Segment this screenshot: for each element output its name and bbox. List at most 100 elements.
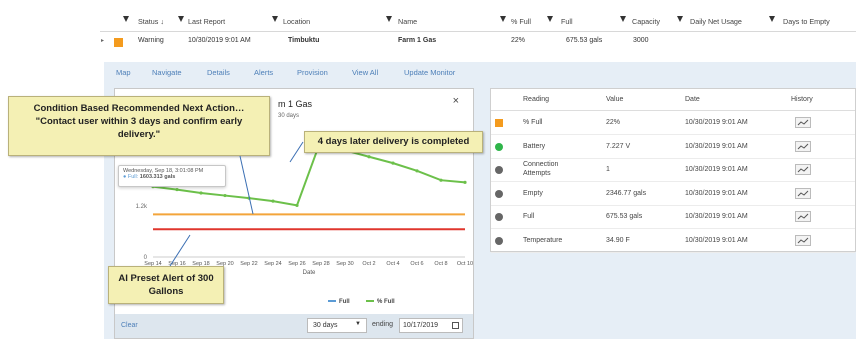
data-point xyxy=(295,203,299,207)
tab-map[interactable]: Map xyxy=(116,68,131,77)
status-dot-icon xyxy=(495,166,503,175)
data-point xyxy=(367,155,371,159)
history-chart-button[interactable] xyxy=(795,211,811,223)
cell-value: 34.90 F xyxy=(606,237,630,244)
line-chart-icon xyxy=(797,237,809,244)
cell-reading: Empty xyxy=(523,189,543,197)
x-tick-label: Oct 2 xyxy=(362,261,375,267)
line-chart-icon xyxy=(797,214,809,220)
x-tick-label: Sep 30 xyxy=(336,261,353,267)
cell-full: 675.53 gals xyxy=(566,37,603,44)
cell-date: 10/30/2019 9:01 AM xyxy=(685,119,748,126)
status-square-icon xyxy=(495,119,503,127)
col-daily-net-usage[interactable]: Daily Net Usage xyxy=(690,17,742,26)
condition-callout-text: Condition Based Recommended Next Action…… xyxy=(33,103,245,140)
tab-provision[interactable]: Provision xyxy=(297,68,328,77)
table-row[interactable]: ▸ Warning 10/30/2019 9:01 AM Timbuktu Fa… xyxy=(95,34,856,50)
delivery-callout-text: 4 days later delivery is completed xyxy=(317,136,470,147)
calendar-icon[interactable] xyxy=(452,322,459,329)
data-point xyxy=(247,196,251,200)
cell-reading: Connection Attempts xyxy=(523,161,559,178)
data-point xyxy=(391,161,395,165)
x-tick-label: Oct 6 xyxy=(410,261,423,267)
reading-table: Reading Value Date History % Full 22% 10/3… xyxy=(490,88,856,253)
cell-value: 1 xyxy=(606,166,610,174)
filter-icon[interactable] xyxy=(500,16,506,22)
range-select[interactable]: 30 days ▼ xyxy=(307,318,367,333)
expand-icon[interactable]: ▸ xyxy=(101,37,104,44)
col-history: History xyxy=(791,96,813,103)
x-tick-label: Oct 4 xyxy=(386,261,399,267)
tab-details[interactable]: Details xyxy=(207,68,230,77)
line-chart-icon xyxy=(797,190,809,197)
clear-link[interactable]: Clear xyxy=(121,322,138,329)
ending-date-input[interactable]: 10/17/2019 xyxy=(399,318,463,333)
filter-icon[interactable] xyxy=(620,16,626,22)
col-value: Value xyxy=(606,96,624,103)
cell-pct-full: 22% xyxy=(511,37,526,44)
x-axis-label: Date xyxy=(303,270,316,276)
filter-icon[interactable] xyxy=(769,16,775,22)
x-tick-label: Oct 8 xyxy=(434,261,447,267)
range-value: 30 days xyxy=(313,322,338,329)
table-row: Temperature 34.90 F 10/30/2019 9:01 AM xyxy=(491,229,855,253)
tab-alerts[interactable]: Alerts xyxy=(254,68,273,77)
delivery-callout: 4 days later delivery is completed xyxy=(304,131,483,153)
status-dot-icon xyxy=(495,213,503,222)
tab-navigate[interactable]: Navigate xyxy=(152,68,182,77)
cell-reading: Temperature xyxy=(523,237,563,244)
alert-callout: AI Preset Alert of 300 Gallons xyxy=(108,266,224,304)
col-name[interactable]: Name xyxy=(398,17,417,26)
cell-reading: Battery xyxy=(523,142,546,150)
filter-icon[interactable] xyxy=(386,16,392,22)
data-point xyxy=(271,199,275,203)
cell-date: 10/30/2019 9:01 AM xyxy=(685,166,748,174)
cell-value: 675.53 gals xyxy=(606,213,643,221)
history-chart-button[interactable] xyxy=(795,164,811,176)
col-status[interactable]: Status ↓ xyxy=(138,17,164,26)
filter-icon[interactable] xyxy=(272,16,278,22)
history-chart-button[interactable] xyxy=(795,117,811,128)
tab-update-monitor[interactable]: Update Monitor xyxy=(404,68,455,77)
tab-view-all[interactable]: View All xyxy=(352,68,378,77)
history-chart-button[interactable] xyxy=(795,140,811,152)
x-tick-label: Sep 24 xyxy=(264,261,281,267)
cell-date: 10/30/2019 9:01 AM xyxy=(685,213,748,221)
reading-table-header: Reading Value Date History xyxy=(491,89,855,111)
data-point xyxy=(439,178,443,182)
col-location[interactable]: Location xyxy=(283,17,310,26)
data-point xyxy=(463,180,467,184)
tooltip-value: 1603.313 gals xyxy=(139,174,176,180)
data-point xyxy=(199,191,203,195)
ending-date-value: 10/17/2019 xyxy=(403,322,439,329)
filter-icon[interactable] xyxy=(547,16,553,22)
chevron-down-icon: ▼ xyxy=(355,321,361,327)
col-pct-full[interactable]: % Full xyxy=(511,17,531,26)
line-chart-icon xyxy=(797,143,809,149)
col-full[interactable]: Full xyxy=(561,17,573,26)
history-chart-button[interactable] xyxy=(795,235,811,246)
table-row: Full 675.53 gals 10/30/2019 9:01 AM xyxy=(491,205,855,230)
col-date: Date xyxy=(685,96,700,103)
cell-location: Timbuktu xyxy=(288,37,320,44)
cell-value: 2346.77 gals xyxy=(606,189,647,197)
ending-label: ending xyxy=(372,321,394,328)
x-tick-label: Sep 22 xyxy=(240,261,257,267)
history-chart-button[interactable] xyxy=(795,187,811,199)
chart-tooltip: Wednesday, Sep 18, 3:01:08 PM ● Full: 16… xyxy=(118,165,226,187)
status-badge xyxy=(114,38,123,47)
filter-icon[interactable] xyxy=(123,16,129,22)
dialog-footer: Clear 30 days ▼ ending 10/17/2019 xyxy=(115,314,473,338)
x-tick-label: Sep 26 xyxy=(288,261,305,267)
col-last-report[interactable]: Last Report xyxy=(188,17,225,26)
legend-label: Full xyxy=(339,299,350,305)
col-capacity[interactable]: Capacity xyxy=(632,17,660,26)
status-dot-icon xyxy=(495,142,503,151)
data-point xyxy=(223,193,227,198)
col-days-to-empty[interactable]: Days to Empty xyxy=(783,17,830,26)
cell-reading: % Full xyxy=(523,119,543,126)
filter-icon[interactable] xyxy=(178,16,184,22)
table-row: % Full 22% 10/30/2019 9:01 AM xyxy=(491,111,855,135)
filter-icon[interactable] xyxy=(677,16,683,22)
cell-value: 22% xyxy=(606,119,621,126)
